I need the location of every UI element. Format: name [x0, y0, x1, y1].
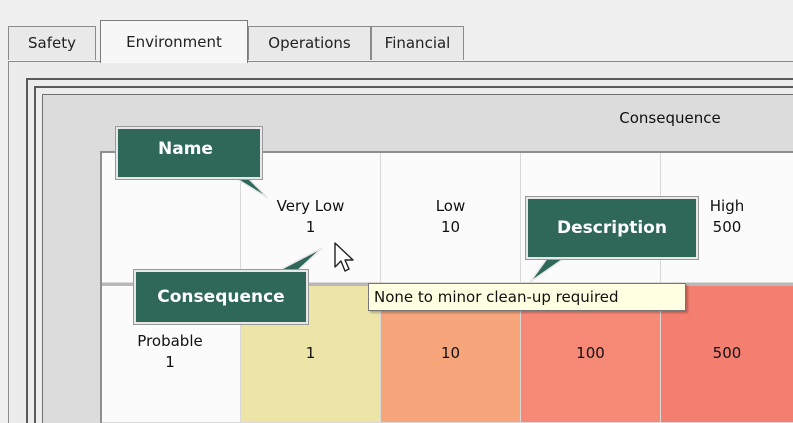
cell-value: 1	[305, 344, 316, 362]
column-name: Very Low	[276, 196, 345, 215]
tab-operations[interactable]: Operations	[248, 26, 371, 60]
consequence-column-very-low[interactable]: Very Low 1	[241, 151, 381, 283]
column-value: 1	[305, 217, 316, 236]
consequence-callout: Consequence	[134, 270, 308, 324]
description-callout: Description	[526, 197, 698, 259]
name-callout: Name	[116, 127, 262, 179]
column-name: Low	[435, 196, 466, 215]
row-name: Probable	[137, 332, 203, 350]
column-name: High	[709, 196, 745, 215]
consequence-column-low[interactable]: Low 10	[381, 151, 521, 283]
consequence-axis-label: Consequence	[619, 109, 721, 127]
tab-strip: Safety Operations Financial Environment	[8, 20, 793, 63]
column-value: 10	[440, 217, 461, 236]
description-tooltip: None to minor clean-up required	[368, 283, 686, 311]
tab-environment[interactable]: Environment	[100, 20, 248, 63]
tab-financial[interactable]: Financial	[371, 26, 464, 60]
tab-safety[interactable]: Safety	[8, 26, 96, 60]
cell-value: 100	[576, 344, 605, 362]
row-value: 1	[165, 353, 175, 371]
risk-matrix-window: Safety Operations Financial Environment …	[0, 0, 793, 423]
column-value: 500	[712, 217, 742, 236]
cell-value: 10	[440, 344, 461, 362]
arrow-pointer-icon	[334, 242, 354, 272]
cell-value: 500	[712, 344, 742, 362]
